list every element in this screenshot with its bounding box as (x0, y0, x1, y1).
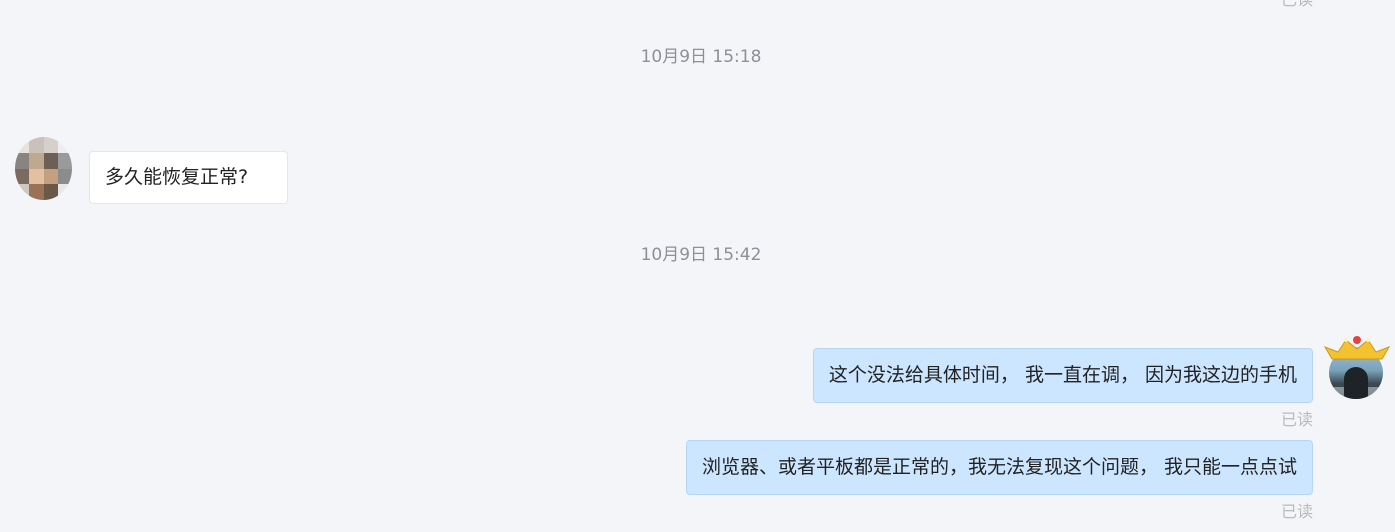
message-text: 浏览器、或者平板都是正常的，我无法复现这个问题， 我只能一点点试 (701, 456, 1297, 478)
avatar-pixel (57, 152, 72, 169)
avatar-pixel (43, 168, 58, 185)
avatar-pixel (43, 137, 58, 153)
message-bubble-sent[interactable]: 浏览器、或者平板都是正常的，我无法复现这个问题， 我只能一点点试 (685, 440, 1313, 495)
read-status: 已读 (1280, 410, 1313, 429)
user-avatar[interactable] (1322, 333, 1392, 399)
contact-avatar[interactable] (15, 137, 72, 200)
avatar-pixel (43, 152, 58, 169)
avatar-pixel (15, 168, 30, 185)
avatar-pixel (57, 184, 72, 200)
message-text: 这个没法给具体时间， 我一直在调， 因为我这边的手机 (828, 364, 1297, 386)
avatar-pixel (29, 137, 44, 153)
avatar-pixel (29, 152, 44, 169)
message-bubble-received[interactable]: 多久能恢复正常? (89, 151, 288, 204)
avatar-pixel (15, 152, 30, 169)
read-status-previous: 已读 (1281, 0, 1313, 10)
message-bubble-sent[interactable]: 这个没法给具体时间， 我一直在调， 因为我这边的手机 (812, 348, 1313, 403)
crown-icon (1323, 336, 1391, 360)
avatar-pixel (29, 168, 44, 185)
avatar-pixel (57, 168, 72, 185)
timestamp: 10月9日 15:18 (640, 47, 762, 67)
avatar-pixel (43, 184, 58, 200)
avatar-pixel (15, 137, 30, 153)
read-status: 已读 (1280, 502, 1313, 521)
avatar-pixel (29, 184, 44, 200)
message-text: 多久能恢复正常? (105, 166, 249, 188)
avatar-pixel (15, 184, 30, 200)
avatar-pixel (57, 137, 72, 153)
timestamp: 10月9日 15:42 (640, 245, 762, 265)
